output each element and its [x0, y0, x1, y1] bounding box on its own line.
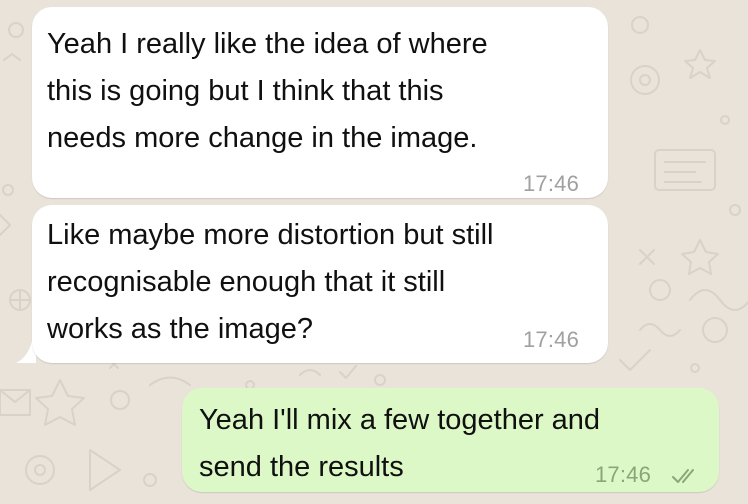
message-timestamp: 17:46 [595, 462, 652, 487]
incoming-message-bubble[interactable]: Yeah I really like the idea of where thi… [32, 7, 608, 198]
message-timestamp: 17:46 [523, 327, 580, 352]
message-text: Yeah I'll mix a few together and send th… [199, 404, 601, 483]
double-check-icon [672, 469, 694, 483]
message-timestamp: 17:46 [523, 171, 580, 196]
message-text: Yeah I really like the idea of where thi… [47, 28, 488, 154]
message-text: Like maybe more distortion but still rec… [47, 219, 494, 345]
incoming-message-bubble[interactable]: Like maybe more distortion but still rec… [32, 205, 608, 363]
outgoing-message-bubble[interactable]: Yeah I'll mix a few together and send th… [182, 388, 719, 492]
